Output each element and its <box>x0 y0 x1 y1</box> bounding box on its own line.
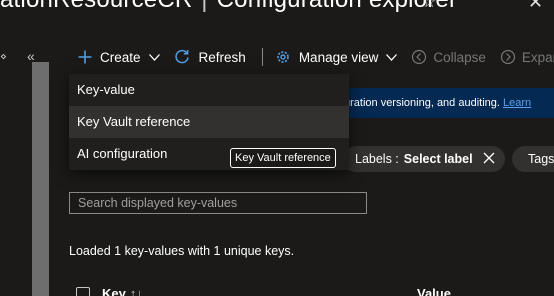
column-header-key[interactable]: Key ↑↓ <box>102 286 143 296</box>
tags-filter-label: Tags <box>528 152 554 166</box>
info-banner: uration versioning, and auditing. Learn <box>330 88 554 118</box>
select-all-checkbox[interactable] <box>76 287 90 296</box>
plus-icon <box>78 50 92 64</box>
page-title-separator: | <box>201 0 207 13</box>
sort-arrows-icon[interactable]: ↑↓ <box>130 286 143 296</box>
labels-filter-value: Select label <box>403 152 473 166</box>
clear-filter-icon[interactable] <box>483 152 495 167</box>
expand-arrow-icon <box>500 49 516 65</box>
menu-item-key-vault-reference[interactable]: Key Vault reference <box>69 106 349 138</box>
tooltip: Key Vault reference <box>230 148 336 168</box>
learn-more-link[interactable]: Learn <box>503 97 531 109</box>
create-button-label: Create <box>100 49 141 65</box>
labels-filter-pill[interactable]: Labels : Select label <box>343 146 505 172</box>
sidebar-search-icon[interactable]: ⋄ <box>0 50 7 63</box>
command-bar: Create Refresh Manage view Collapse Expa <box>70 44 554 70</box>
labels-filter-prefix: Labels : <box>355 152 399 166</box>
info-banner-text: uration versioning, and auditing. <box>344 97 503 109</box>
column-header-value[interactable]: Value <box>417 286 451 296</box>
load-status-text: Loaded 1 key-values with 1 unique keys. <box>69 244 295 258</box>
expand-button[interactable]: Expan <box>500 49 554 65</box>
sidebar-scrollbar-thumb[interactable] <box>32 62 49 296</box>
collapse-arrow-icon <box>411 49 427 65</box>
page-title: ationResourceCR | Configuration explorer <box>0 0 457 18</box>
chevron-down-icon <box>386 53 398 61</box>
toolbar-divider <box>261 48 263 66</box>
favorite-star-icon[interactable]: ☆ <box>422 0 436 12</box>
manage-view-button[interactable]: Manage view <box>275 49 398 65</box>
chevron-down-icon <box>148 53 160 61</box>
gear-icon <box>275 49 291 65</box>
refresh-icon <box>174 49 190 65</box>
configuration-explorer-page: ationResourceCR | Configuration explorer… <box>0 0 554 296</box>
collapse-button[interactable]: Collapse <box>411 49 486 65</box>
menu-item-key-value[interactable]: Key-value <box>69 74 349 106</box>
manage-view-label: Manage view <box>298 49 379 65</box>
tags-filter-pill[interactable]: Tags <box>512 146 554 172</box>
page-title-resource: ationResourceCR <box>0 0 192 13</box>
collapse-label: Collapse <box>433 49 486 65</box>
close-blade-icon[interactable]: ✕ <box>528 0 543 13</box>
create-button[interactable]: Create <box>70 50 160 65</box>
column-header-key-label: Key <box>102 286 126 296</box>
refresh-button[interactable]: Refresh <box>174 49 246 65</box>
search-input[interactable] <box>69 192 367 214</box>
refresh-button-label: Refresh <box>198 49 246 65</box>
expand-label: Expan <box>521 49 554 65</box>
